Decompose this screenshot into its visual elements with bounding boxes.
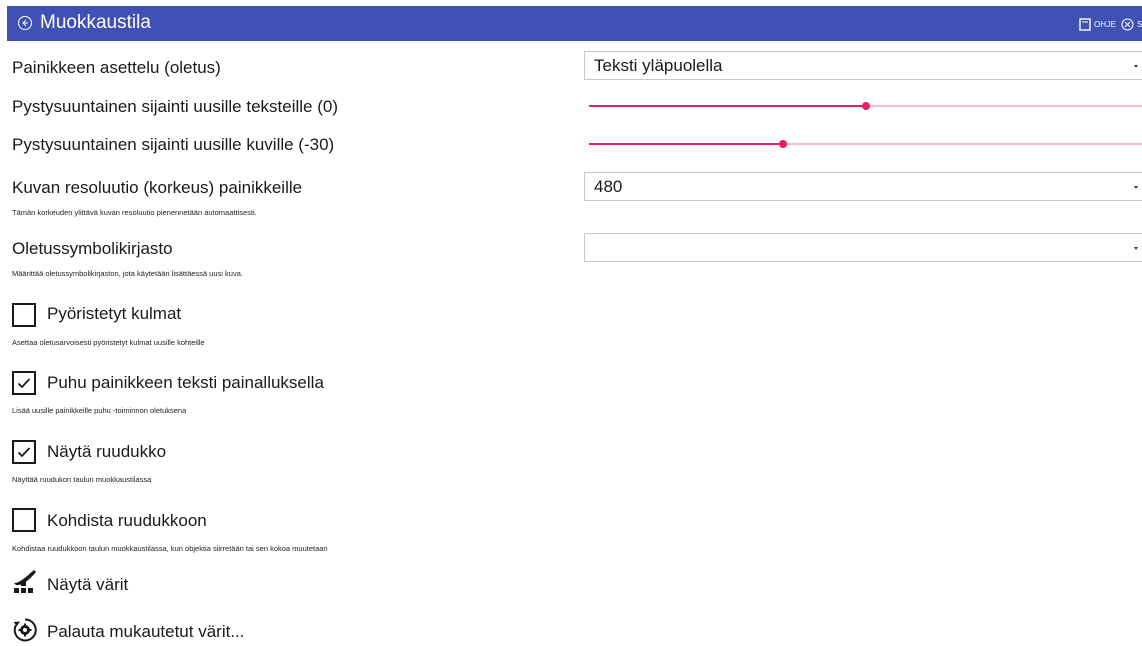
chevron-down-icon — [1134, 247, 1138, 250]
paint-palette-icon — [14, 570, 36, 593]
help-book-icon — [1079, 17, 1091, 31]
button-layout-select[interactable]: Teksti yläpuolella — [584, 51, 1142, 80]
help-label: OHJE — [1094, 19, 1117, 29]
text-position-label: Pystysuuntainen sijainti uusille tekstei… — [12, 97, 338, 116]
image-resolution-label: Kuvan resoluutio (korkeus) painikkeille — [12, 178, 303, 197]
button-layout-label: Painikkeen asettelu (oletus) — [12, 58, 221, 77]
button-layout-value: Teksti yläpuolella — [594, 56, 723, 75]
close-button[interactable]: SU — [1121, 16, 1142, 32]
show-grid-description: Näyttää ruudukon taulun muokkaustilassa — [12, 475, 152, 484]
slider-fill — [589, 105, 866, 107]
help-button[interactable]: OHJE — [1079, 16, 1116, 32]
symbol-library-select[interactable] — [584, 233, 1142, 262]
chevron-down-icon — [1134, 65, 1138, 68]
snap-grid-description: Kohdistaa ruudukkoon taulun muokkaustila… — [12, 544, 328, 553]
reset-colors-label: Palauta mukautetut värit... — [47, 622, 245, 641]
image-resolution-value: 480 — [594, 177, 623, 196]
speak-text-description: Lisää uusille painikkeille puhu -toiminn… — [12, 406, 187, 415]
reset-gear-icon — [13, 618, 37, 642]
speak-text-label: Puhu painikkeen teksti painalluksella — [47, 373, 324, 392]
slider-thumb[interactable] — [778, 140, 787, 148]
slider-thumb[interactable] — [861, 102, 870, 110]
page-title: Muokkaustila — [40, 12, 151, 33]
image-position-slider[interactable] — [589, 137, 1142, 151]
rounded-corners-checkbox[interactable] — [12, 303, 36, 327]
rounded-corners-description: Asettaa oletusarvoisesti pyöristetyt kul… — [12, 338, 205, 347]
image-resolution-description: Tämän korkeuden ylittävä kuvan resoluuti… — [12, 208, 257, 217]
show-grid-checkbox[interactable] — [12, 440, 36, 464]
slider-fill — [589, 143, 783, 145]
close-circle-icon — [1121, 18, 1134, 30]
speak-text-checkbox[interactable] — [12, 371, 36, 395]
show-grid-label: Näytä ruudukko — [47, 442, 167, 461]
app-bar: Muokkaustila OHJE SU — [7, 6, 1142, 41]
close-label: SU — [1137, 19, 1142, 29]
chevron-down-icon — [1134, 186, 1138, 189]
text-position-slider[interactable] — [589, 99, 1142, 113]
checkmark-icon — [17, 378, 31, 389]
rounded-corners-label: Pyöristetyt kulmat — [47, 304, 182, 323]
image-resolution-select[interactable]: 480 — [584, 172, 1142, 201]
back-arrow-icon[interactable] — [17, 15, 33, 31]
snap-grid-checkbox[interactable] — [12, 508, 36, 532]
checkmark-icon — [17, 447, 31, 458]
snap-grid-label: Kohdista ruudukkoon — [47, 511, 207, 530]
symbol-library-description: Määrittää oletussymbolikirjaston, jota k… — [12, 269, 243, 278]
image-position-label: Pystysuuntainen sijainti uusille kuville… — [12, 135, 335, 154]
show-colors-label: Näytä värit — [47, 575, 129, 594]
symbol-library-label: Oletussymbolikirjasto — [12, 239, 173, 258]
